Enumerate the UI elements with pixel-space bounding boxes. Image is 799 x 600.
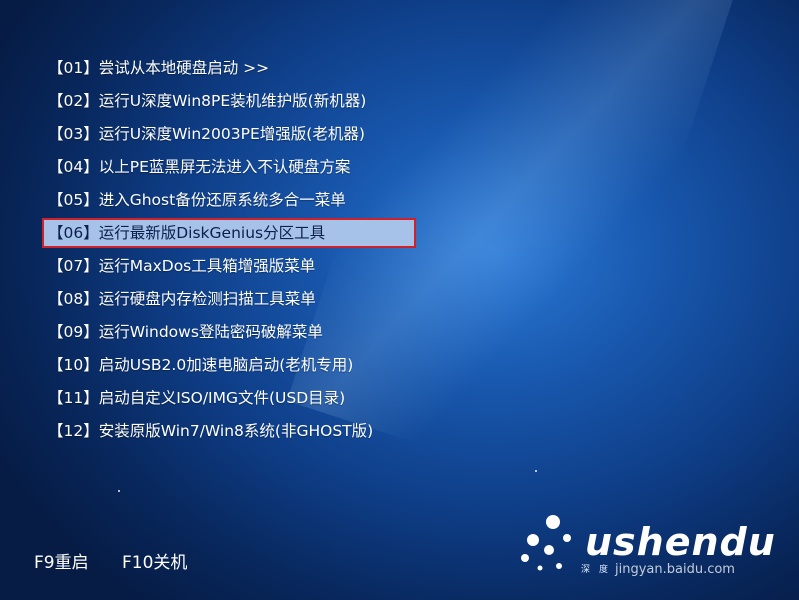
logo-wordmark: ushendu	[585, 520, 776, 564]
function-key-bar: F9重启 F10关机	[34, 548, 215, 573]
baidu-watermark: jingyan.baidu.com	[615, 562, 735, 577]
logo-dots-icon	[521, 515, 571, 571]
menu-item-04[interactable]: 【04】以上PE蓝黑屏无法进入不认硬盘方案	[45, 151, 425, 184]
menu-item-09[interactable]: 【09】运行Windows登陆密码破解菜单	[45, 316, 425, 349]
menu-item-12[interactable]: 【12】安装原版Win7/Win8系统(非GHOST版)	[45, 415, 425, 448]
boot-menu: 【01】尝试从本地硬盘启动 >> 【02】运行U深度Win8PE装机维护版(新机…	[42, 52, 425, 448]
menu-item-11[interactable]: 【11】启动自定义ISO/IMG文件(USD目录)	[45, 382, 425, 415]
menu-item-07[interactable]: 【07】运行MaxDos工具箱增强版菜单	[45, 250, 425, 283]
menu-item-02[interactable]: 【02】运行U深度Win8PE装机维护版(新机器)	[45, 85, 425, 118]
logo-subtitle: 深度	[581, 565, 618, 575]
menu-item-06-selected[interactable]: 【06】运行最新版DiskGenius分区工具	[42, 218, 416, 248]
background-sparkle	[535, 470, 537, 472]
menu-item-05[interactable]: 【05】进入Ghost备份还原系统多合一菜单	[45, 184, 425, 217]
menu-item-08[interactable]: 【08】运行硬盘内存检测扫描工具菜单	[45, 283, 425, 316]
f9-restart-key[interactable]: F9重启	[34, 553, 89, 573]
menu-item-03[interactable]: 【03】运行U深度Win2003PE增强版(老机器)	[45, 118, 425, 151]
menu-item-01[interactable]: 【01】尝试从本地硬盘启动 >>	[45, 52, 425, 85]
menu-item-10[interactable]: 【10】启动USB2.0加速电脑启动(老机专用)	[45, 349, 425, 382]
f10-shutdown-key[interactable]: F10关机	[122, 553, 187, 573]
ushendu-logo: ushendu 深度 jingyan.baidu.com	[515, 510, 785, 590]
background-sparkle	[118, 490, 120, 492]
